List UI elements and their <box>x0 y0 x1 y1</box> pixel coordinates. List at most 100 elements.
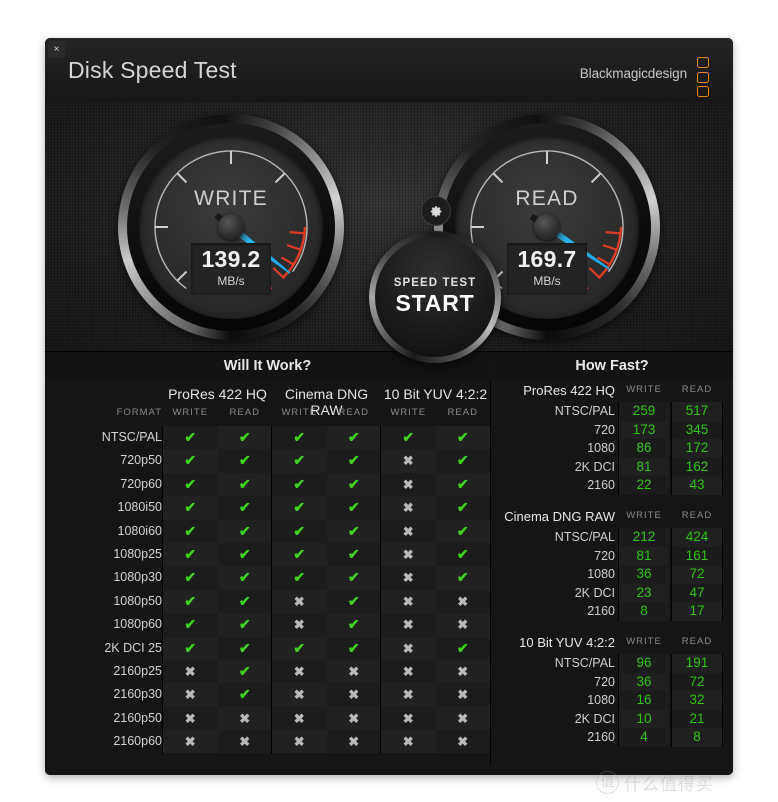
row-format-label: 720p50 <box>120 453 162 468</box>
how-fast-section-title: ProRes 422 HQ <box>523 383 615 398</box>
cell-supported: ✔ <box>217 519 272 543</box>
cross-icon: ✖ <box>348 687 360 703</box>
how-fast-write-value: 173 <box>619 420 669 440</box>
table-row: 1080p60 ✔ ✔ ✖ ✔ ✖ ✖ <box>45 613 490 637</box>
cell-supported: ✔ <box>272 472 327 497</box>
table-row: 720p50 ✔ ✔ ✔ ✔ ✖ ✔ <box>45 449 490 473</box>
check-icon: ✔ <box>402 429 415 445</box>
cell-supported: ✔ <box>163 519 218 543</box>
cross-icon: ✖ <box>402 617 414 633</box>
row-format-label: 2K DCI 25 <box>104 640 162 655</box>
how-fast-row-label: 1080 <box>587 693 615 708</box>
how-fast-read-value: 424 <box>672 527 722 547</box>
cell-supported: ✔ <box>163 449 218 473</box>
cell-supported: ✔ <box>326 566 381 590</box>
cell-supported: ✔ <box>435 542 490 567</box>
cell-supported: ✔ <box>326 519 381 543</box>
cell-unsupported: ✖ <box>381 730 436 754</box>
list-item: 2K DCI 81 162 <box>491 457 733 477</box>
how-fast-row-label: 2K DCI <box>574 459 615 474</box>
cross-icon: ✖ <box>457 710 469 726</box>
row-format-label: 1080p25 <box>113 546 162 561</box>
cross-icon: ✖ <box>293 734 305 750</box>
cell-supported: ✔ <box>217 426 272 450</box>
table-row: 2160p25 ✖ ✔ ✖ ✖ ✖ ✖ <box>45 659 490 684</box>
how-fast-column-separator-1 <box>618 402 619 495</box>
settings-button[interactable] <box>421 196 451 226</box>
how-fast-write-value: 81 <box>619 546 669 566</box>
cell-supported: ✔ <box>326 636 381 660</box>
check-icon: ✔ <box>184 475 197 492</box>
cell-supported: ✔ <box>272 519 327 543</box>
how-fast-read-value: 32 <box>672 691 722 710</box>
cross-icon: ✖ <box>457 687 469 703</box>
check-icon: ✔ <box>184 545 197 562</box>
cross-icon: ✖ <box>293 710 305 726</box>
check-icon: ✔ <box>238 499 251 516</box>
cell-unsupported: ✖ <box>381 589 436 614</box>
how-fast-write-value: 212 <box>619 527 669 547</box>
cell-supported: ✔ <box>326 426 381 450</box>
how-fast-col-read: READ <box>681 509 713 521</box>
cross-icon: ✖ <box>402 663 414 679</box>
cross-icon: ✖ <box>184 734 196 750</box>
cell-supported: ✔ <box>217 636 272 660</box>
cell-unsupported: ✖ <box>381 496 436 520</box>
cell-unsupported: ✖ <box>272 730 327 754</box>
check-icon: ✔ <box>347 522 360 539</box>
write-gauge-face: WRITE 139.2 MB/s <box>139 135 323 319</box>
how-fast-col-read: READ <box>681 384 713 395</box>
list-item: 1080 86 172 <box>491 439 733 458</box>
row-format-label: 2160p25 <box>113 663 162 678</box>
check-icon: ✔ <box>184 429 197 445</box>
speed-test-start-button[interactable]: SPEED TEST START <box>369 231 501 363</box>
list-item: 1080 16 32 <box>491 691 733 710</box>
list-item: 2K DCI 10 21 <box>491 709 733 729</box>
cell-unsupported: ✖ <box>381 519 436 543</box>
will-it-work-subheader-4: READ <box>338 407 369 418</box>
will-it-work-subheaders: WRITE READ WRITE READ WRITE READ <box>45 407 490 423</box>
how-fast-row-label: 2K DCI <box>574 585 615 600</box>
read-value: 169.7 <box>517 246 577 272</box>
cell-unsupported: ✖ <box>272 659 327 684</box>
cell-supported: ✔ <box>163 613 218 637</box>
check-icon: ✔ <box>238 639 251 656</box>
how-fast-write-value: 4 <box>619 728 669 747</box>
how-fast-column-separator-3 <box>722 527 723 621</box>
row-format-label: 1080i60 <box>117 523 163 538</box>
cell-supported: ✔ <box>435 449 490 473</box>
cell-supported: ✔ <box>217 449 272 473</box>
cell-supported: ✔ <box>163 636 218 660</box>
table-row: 1080i50 ✔ ✔ ✔ ✔ ✖ ✔ <box>45 496 490 520</box>
cell-supported: ✔ <box>272 496 327 520</box>
cross-icon: ✖ <box>184 710 196 726</box>
list-item: 2160 8 17 <box>491 602 733 621</box>
how-fast-row-label: 1080 <box>587 567 615 582</box>
write-gauge: WRITE 139.2 MB/s <box>118 114 344 340</box>
check-icon: ✔ <box>293 475 306 492</box>
will-it-work-subheader-6: READ <box>447 407 478 418</box>
cell-unsupported: ✖ <box>217 730 272 754</box>
check-icon: ✔ <box>238 452 251 469</box>
check-icon: ✔ <box>238 522 251 539</box>
cross-icon: ✖ <box>457 593 469 609</box>
cross-icon: ✖ <box>239 710 251 726</box>
cell-supported: ✔ <box>381 426 436 450</box>
read-unit: MB/s <box>533 274 561 288</box>
how-fast-write-value: 36 <box>619 565 669 584</box>
how-fast-read-value: 161 <box>672 546 722 566</box>
cross-icon: ✖ <box>402 546 414 562</box>
cell-supported: ✔ <box>435 566 490 590</box>
close-icon[interactable]: × <box>48 41 65 58</box>
how-fast-row-label: 1080 <box>587 441 615 456</box>
cell-supported: ✔ <box>163 426 218 450</box>
gear-icon <box>430 205 441 217</box>
how-fast-row-label: NTSC/PAL <box>554 529 615 544</box>
cell-supported: ✔ <box>217 613 272 637</box>
check-icon: ✔ <box>238 592 251 609</box>
blackmagic-logo <box>697 57 711 97</box>
how-fast-row-label: 720 <box>594 548 615 563</box>
how-fast-read-value: 72 <box>672 565 722 584</box>
cell-unsupported: ✖ <box>435 589 490 614</box>
cell-unsupported: ✖ <box>435 730 490 754</box>
